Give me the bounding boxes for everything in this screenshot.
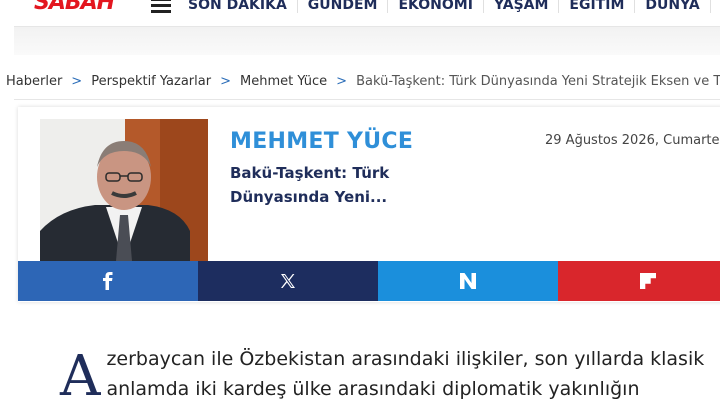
nav-item-yasam[interactable]: YAŞAM (482, 0, 558, 13)
article-body: A zerbaycan ile Özbekistan arasındaki il… (60, 344, 720, 409)
chevron-right-icon: > (71, 74, 83, 89)
x-icon (281, 274, 295, 288)
share-bar (18, 261, 720, 301)
chevron-right-icon: > (220, 74, 231, 89)
site-logo[interactable]: SABAH (30, 0, 118, 18)
breadcrumb-haberler[interactable]: Haberler (6, 74, 62, 89)
chevron-right-icon: > (336, 74, 348, 89)
nav-shadow-strip (14, 26, 720, 55)
drop-cap: A (60, 344, 101, 409)
headline-line-1: Bakü-Taşkent: Türk (230, 164, 390, 182)
share-newsnow-button[interactable] (378, 261, 558, 301)
nav-item-ekonomi[interactable]: EKONOMİ (387, 0, 482, 13)
nav-item-more[interactable]: RE (709, 0, 720, 13)
article-headline[interactable]: Bakü-Taşkent: Türk Dünyasında Yeni... (230, 161, 410, 209)
hamburger-menu-icon[interactable] (151, 0, 171, 13)
nav-item-son-dakika[interactable]: SON DAKİKA (178, 0, 297, 13)
breadcrumb-current: Bakü-Taşkent: Türk Dünyasında Yeni Strat… (356, 74, 720, 89)
nav-item-gundem[interactable]: GÜNDEM (296, 0, 388, 13)
breadcrumb: Haberler > Perspektif Yazarlar > Mehmet … (6, 74, 720, 89)
top-navigation-bar: SABAH SON DAKİKA GÜNDEM EKONOMİ YAŞAM EĞ… (0, 0, 720, 26)
author-name[interactable]: MEHMET YÜCE (230, 129, 413, 154)
article-line-2: anlamda iki kardeş ülke arasındaki diplo… (106, 378, 640, 400)
article-line-1: zerbaycan ile Özbekistan arasındaki iliş… (106, 348, 705, 370)
breadcrumb-perspektif-yazarlar[interactable]: Perspektif Yazarlar (91, 74, 211, 89)
nav-item-dunya[interactable]: DÜNYA (634, 0, 709, 13)
divider (14, 99, 720, 100)
facebook-icon (103, 272, 113, 290)
share-flipboard-button[interactable] (558, 261, 720, 301)
main-nav: SON DAKİKA GÜNDEM EKONOMİ YAŞAM EĞİTİM D… (178, 0, 720, 17)
share-facebook-button[interactable] (18, 261, 198, 301)
flipboard-icon (640, 273, 656, 289)
share-x-button[interactable] (198, 261, 378, 301)
breadcrumb-author[interactable]: Mehmet Yüce (240, 74, 327, 89)
publish-date: 29 Ağustos 2026, Cumartesi (545, 133, 720, 148)
headline-line-2: Dünyasında Yeni... (230, 188, 388, 206)
newsnow-icon (460, 273, 476, 289)
nav-item-egitim[interactable]: EĞİTİM (558, 0, 634, 13)
author-photo[interactable] (40, 119, 208, 261)
